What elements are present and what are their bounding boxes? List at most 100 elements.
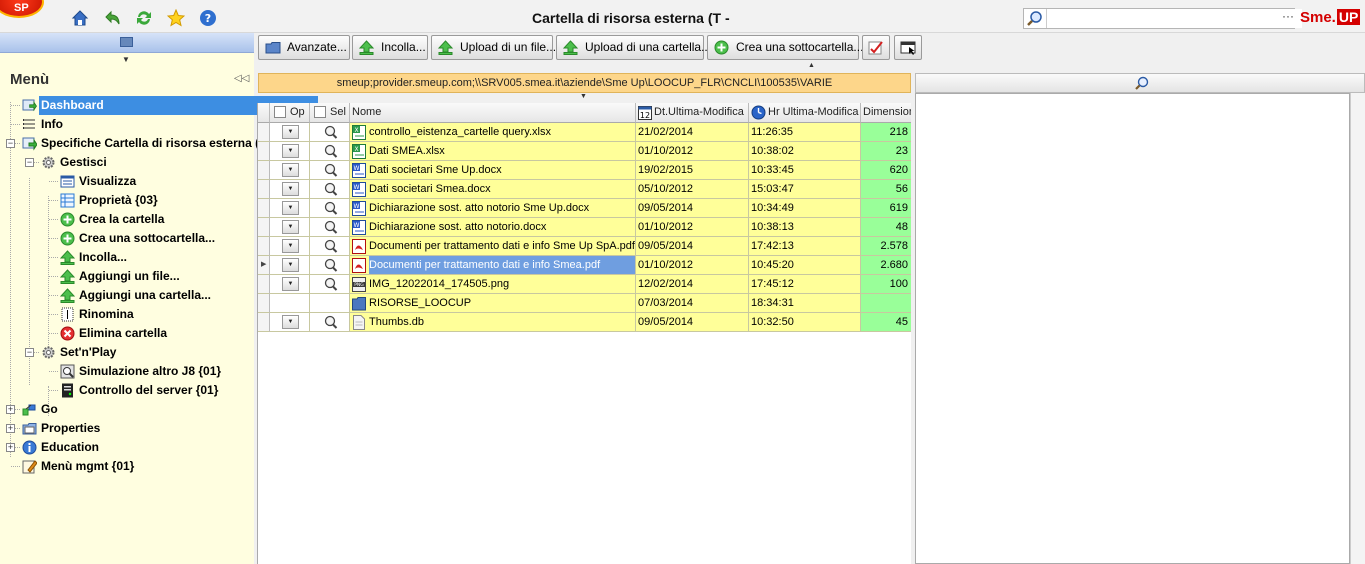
table-row[interactable]: RISORSE_LOOCUP 07/03/2014 18:34:31 [258,294,911,313]
help-icon[interactable]: ? [199,9,217,27]
menu-item-simulazione-altro-j8-01[interactable]: Simulazione altro J8 {01} [0,362,254,381]
row-header[interactable]: ▶ [258,256,270,275]
collapse-icon[interactable]: − [25,348,34,357]
expand-icon[interactable]: + [6,443,15,452]
column-header-time[interactable]: Hr Ultima-Modifica [749,103,861,123]
row-header[interactable] [258,161,270,180]
magnifier-icon[interactable] [322,163,338,178]
file-name-cell[interactable]: Thumbs.db [350,313,636,332]
table-row[interactable]: ▼ Xcontrollo_eistenza_cartelle query.xlsx… [258,123,911,142]
row-header[interactable] [258,294,270,313]
magnifier-icon[interactable] [322,201,338,216]
row-menu-dropdown[interactable]: ▼ [282,277,299,291]
table-row[interactable]: ▼ X Dati SMEA.xlsx 01/10/2012 10:38:02 23 [258,142,911,161]
file-name-cell[interactable]: Documenti per trattamento dati e info Sm… [350,237,636,256]
panel-collapse-arrow[interactable]: ▼ [122,55,130,64]
table-row[interactable]: ▶ ▼ Documenti per trattamento dati e info … [258,256,911,275]
column-header-op[interactable]: Op [270,103,310,123]
window-pointer-button[interactable] [894,35,922,60]
collapse-icon[interactable]: − [25,158,34,167]
edit-checklist-button[interactable] [862,35,890,60]
menu-item-aggiungi-una-cartella[interactable]: Aggiungi una cartella... [0,286,254,305]
menu-item-propriet-03[interactable]: Proprietà {03} [0,191,254,210]
row-header[interactable] [258,142,270,161]
table-row[interactable]: ▼ W Dichiarazione sost. atto notorio Sme U… [258,199,911,218]
row-header[interactable] [258,199,270,218]
menu-item-set-n-play[interactable]: − Set'n'Play [0,343,254,362]
menu-item-rinomina[interactable]: Rinomina [0,305,254,324]
row-header[interactable] [258,218,270,237]
menu-item-incolla[interactable]: Incolla... [0,248,254,267]
magnifier-icon[interactable] [322,144,338,159]
toolbar-button-avanzate[interactable]: Avanzate... [258,35,350,60]
menu-collapse-icon[interactable]: ◁◁ [234,73,249,84]
menu-item-controllo-del-server-01[interactable]: Controllo del server {01} [0,381,254,400]
row-header[interactable] [258,123,270,142]
menu-item-crea-la-cartella[interactable]: Crea la cartella [0,210,254,229]
toolbar-button-upload-di-una-cartella[interactable]: Upload di una cartella... [556,35,711,60]
row-header[interactable] [258,237,270,256]
toolbar-button-crea-una-sottocartella[interactable]: Crea una sottocartella... [707,35,863,60]
file-name-cell[interactable]: PNG IMG_12022014_174505.png [350,275,636,294]
row-menu-dropdown[interactable]: ▼ [282,258,299,272]
menu-panel-header[interactable] [0,33,254,53]
row-menu-dropdown[interactable]: ▼ [282,144,299,158]
magnifier-icon[interactable] [322,315,338,330]
search-box[interactable] [1023,8,1302,29]
table-row[interactable]: ▼ W Dati societari Sme Up.docx 19/02/2015 10… [258,161,911,180]
file-name-cell[interactable]: W Dichiarazione sost. atto notorio.docx [350,218,636,237]
path-collapse-arrow[interactable]: ▼ [580,93,587,100]
column-header-sel[interactable]: Sel [310,103,350,123]
menu-item-go[interactable]: + Go [0,400,254,419]
row-menu-dropdown[interactable]: ▼ [282,315,299,329]
magnifier-icon[interactable] [322,125,338,140]
collapse-icon[interactable]: − [6,139,15,148]
menu-item-dashboard[interactable]: Dashboard [0,96,318,115]
file-name-cell[interactable]: X Dati SMEA.xlsx [350,142,636,161]
file-name-cell[interactable]: W Dati societari Sme Up.docx [350,161,636,180]
table-row[interactable]: ▼ W Dati societari Smea.docx 05/10/2012 15:0… [258,180,911,199]
home-icon[interactable] [71,9,89,27]
magnifier-icon[interactable] [322,182,338,197]
row-menu-dropdown[interactable]: ▼ [282,163,299,177]
row-header[interactable] [258,275,270,294]
expand-icon[interactable]: + [6,405,15,414]
magnifier-icon[interactable] [322,239,338,254]
row-menu-dropdown[interactable]: ▼ [282,239,299,253]
select-all-op-checkbox[interactable] [274,106,286,118]
menu-item-visualizza[interactable]: Visualizza [0,172,254,191]
menu-item-elimina-cartella[interactable]: Elimina cartella [0,324,254,343]
magnifier-icon[interactable] [322,258,338,273]
menu-item-specifiche-cartella-di-risorsa-esterna[interactable]: − Specifiche Cartella di risorsa esterna … [0,134,259,153]
row-header[interactable] [258,180,270,199]
column-header-name[interactable]: Nome [350,103,636,123]
file-name-cell[interactable]: W Dichiarazione sost. atto notorio Sme Up… [350,199,636,218]
file-name-cell[interactable]: Xcontrollo_eistenza_cartelle query.xlsx [350,123,636,142]
search-icon[interactable] [1026,10,1044,27]
row-menu-dropdown[interactable]: ▼ [282,125,299,139]
menu-item-men-mgmt-01[interactable]: Menù mgmt {01} [0,457,254,476]
toolbar-button-upload-di-un-file[interactable]: Upload di un file... [431,35,556,60]
menu-item-info[interactable]: Info [0,115,254,134]
preview-scrollbar[interactable] [1350,93,1365,564]
column-header-date[interactable]: 12 Dt.Ultima-Modifica [636,103,749,123]
table-row[interactable]: ▼ W Dichiarazione sost. atto notorio.docx 0… [258,218,911,237]
magnifier-icon[interactable] [322,220,338,235]
file-name-cell[interactable]: RISORSE_LOOCUP [350,294,636,313]
row-header[interactable] [258,313,270,332]
menu-item-properties[interactable]: + Properties [0,419,254,438]
row-menu-dropdown[interactable]: ▼ [282,220,299,234]
magnifier-icon[interactable] [322,277,338,292]
file-name-cell[interactable]: W Dati societari Smea.docx [350,180,636,199]
column-header-size[interactable]: Dimension [861,103,911,123]
row-menu-dropdown[interactable]: ▼ [282,182,299,196]
menu-item-education[interactable]: + Education [0,438,254,457]
table-row[interactable]: ▼ Documenti per trattamento dati e info S… [258,237,911,256]
back-icon[interactable] [103,9,121,27]
menu-item-crea-una-sottocartella[interactable]: Crea una sottocartella... [0,229,254,248]
toolbar-collapse-arrow[interactable]: ▲ [808,62,815,69]
table-row[interactable]: ▼ Thumbs.db 09/05/2014 10:32:50 45 [258,313,911,332]
refresh-icon[interactable] [135,9,153,27]
select-all-sel-checkbox[interactable] [314,106,326,118]
search-icon[interactable] [1134,76,1150,91]
